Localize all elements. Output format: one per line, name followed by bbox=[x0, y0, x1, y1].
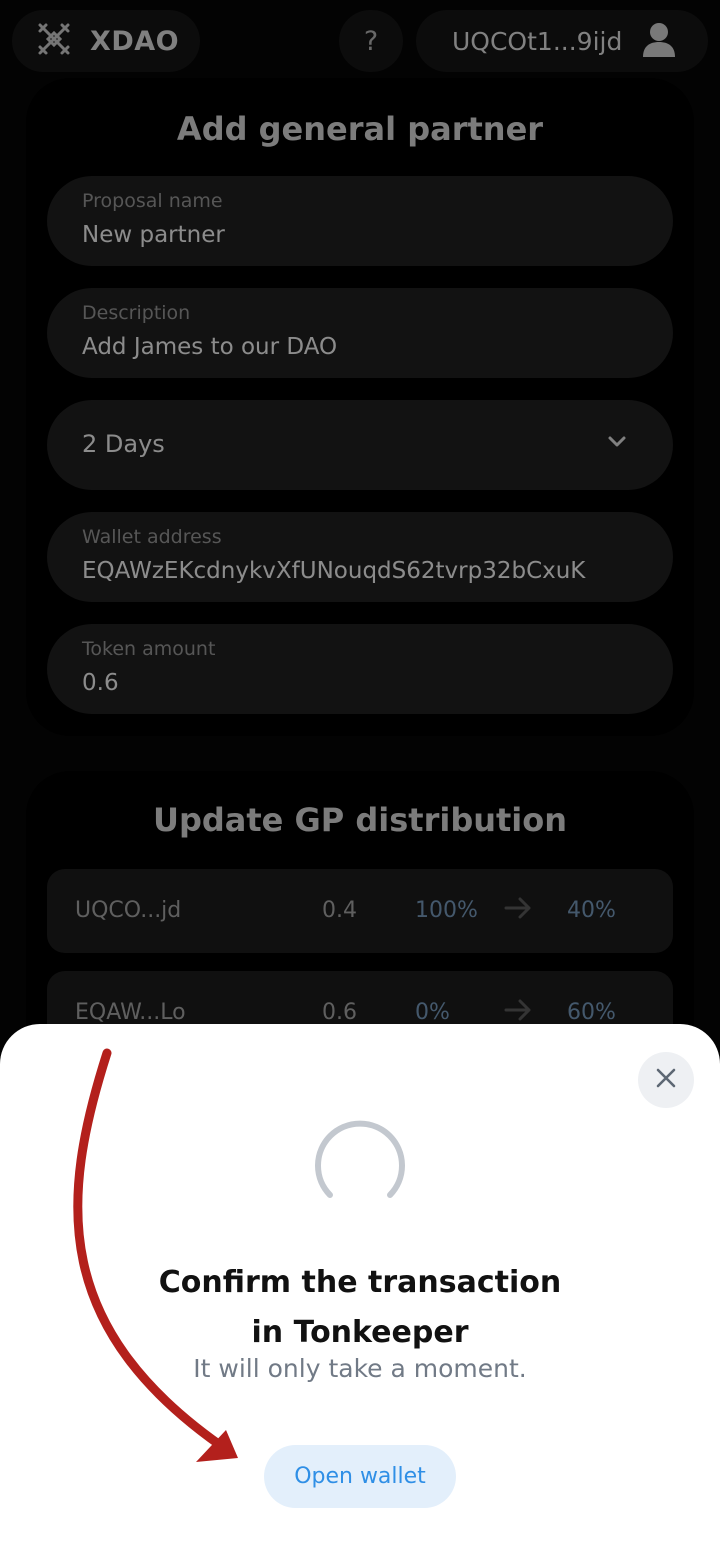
loading-spinner-icon bbox=[310, 1117, 410, 1211]
confirm-title-line2: in Tonkeeper bbox=[251, 1315, 469, 1350]
close-icon bbox=[655, 1067, 677, 1093]
confirm-subtitle: It will only take a moment. bbox=[193, 1354, 527, 1383]
open-wallet-button[interactable]: Open wallet bbox=[264, 1445, 456, 1508]
app-screen: XDAO ? UQCOt1...9ijd Add general partner… bbox=[0, 0, 720, 1562]
close-button[interactable] bbox=[638, 1052, 694, 1108]
confirm-title-line1: Confirm the transaction bbox=[158, 1265, 562, 1300]
confirm-title: Confirm the transaction in Tonkeeper bbox=[0, 1258, 720, 1358]
